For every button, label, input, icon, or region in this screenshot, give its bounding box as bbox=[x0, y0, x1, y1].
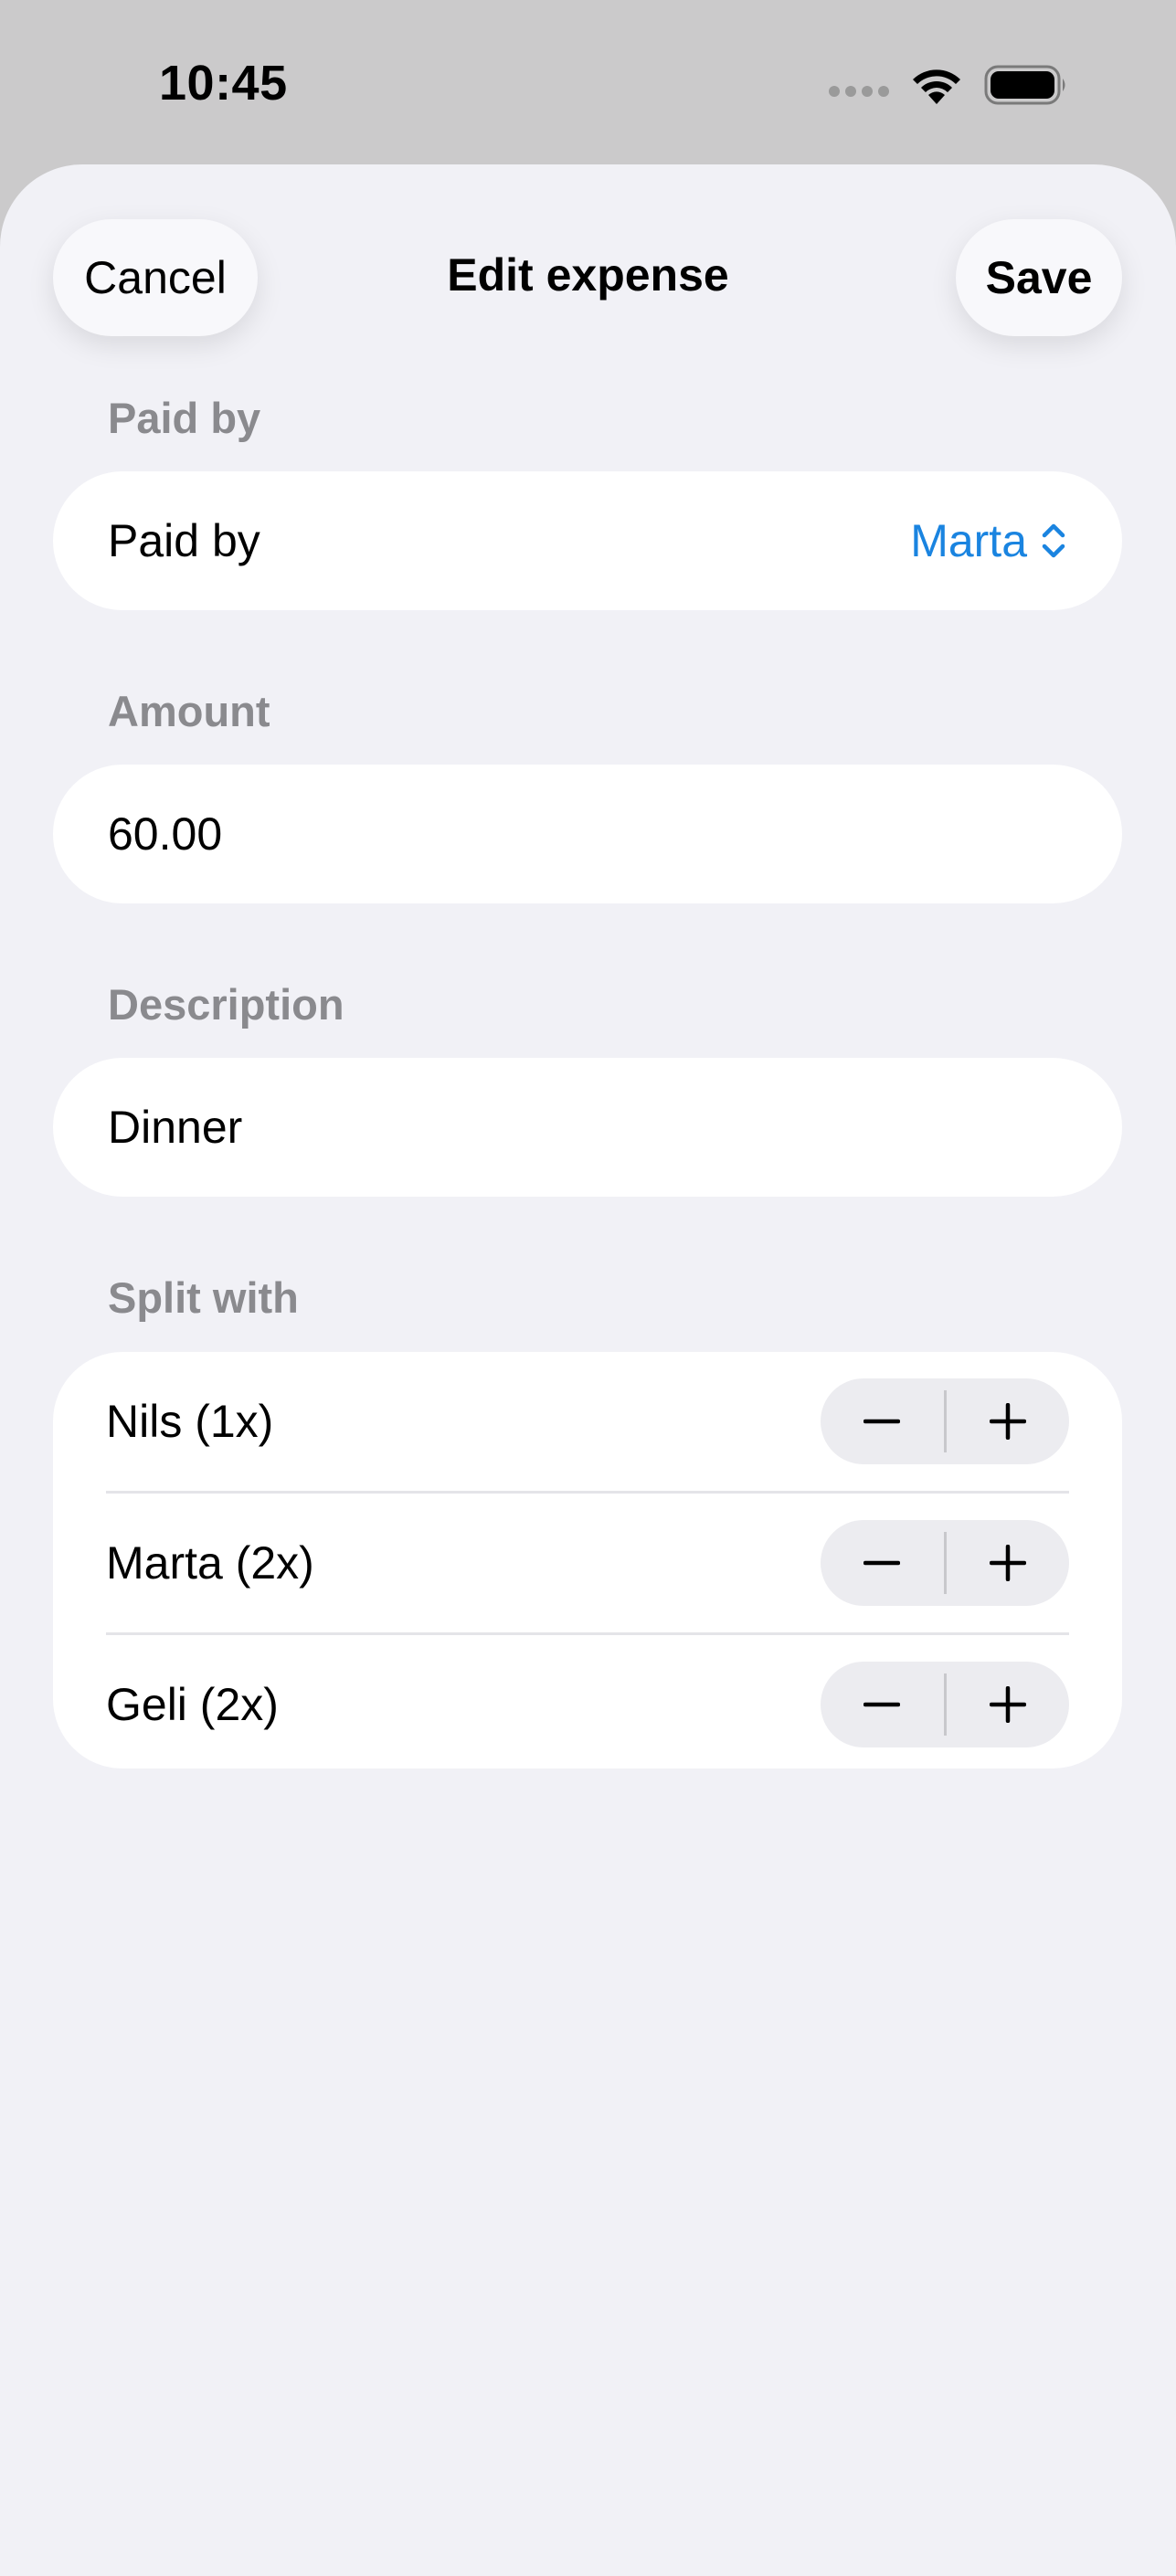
paid-by-value: Marta bbox=[910, 515, 1027, 566]
split-member-label: Marta (2x) bbox=[106, 1537, 314, 1589]
status-time: 10:45 bbox=[159, 56, 288, 111]
minus-icon bbox=[863, 1702, 901, 1707]
minus-icon bbox=[863, 1419, 901, 1424]
split-member-label: Geli (2x) bbox=[106, 1679, 279, 1730]
plus-icon bbox=[989, 1686, 1026, 1723]
status-bar: 10:45 bbox=[0, 0, 1176, 164]
paid-by-picker[interactable]: Paid by Marta bbox=[53, 471, 1122, 610]
decrement-button[interactable] bbox=[821, 1378, 944, 1464]
increment-button[interactable] bbox=[947, 1520, 1070, 1606]
increment-button[interactable] bbox=[947, 1662, 1070, 1747]
battery-icon bbox=[984, 64, 1068, 106]
plus-icon bbox=[989, 1403, 1026, 1440]
split-list: Nils (1x) Marta (2x) Geli (2x) bbox=[53, 1352, 1122, 1768]
decrement-button[interactable] bbox=[821, 1662, 944, 1747]
increment-button[interactable] bbox=[947, 1378, 1070, 1464]
weight-stepper[interactable] bbox=[821, 1520, 1069, 1606]
decrement-button[interactable] bbox=[821, 1520, 944, 1606]
cellular-signal-icon bbox=[829, 86, 889, 97]
description-input[interactable] bbox=[108, 1101, 1067, 1154]
edit-expense-sheet: Cancel Edit expense Save Paid by Paid by… bbox=[0, 164, 1176, 2576]
split-member-row: Nils (1x) bbox=[106, 1352, 1069, 1491]
description-field[interactable] bbox=[53, 1058, 1122, 1197]
paid-by-selected[interactable]: Marta bbox=[910, 514, 1067, 567]
save-button[interactable]: Save bbox=[956, 219, 1122, 336]
wifi-icon bbox=[909, 64, 964, 106]
split-member-label: Nils (1x) bbox=[106, 1396, 274, 1447]
amount-section-label: Amount bbox=[108, 687, 270, 735]
description-section-label: Description bbox=[108, 980, 344, 1029]
status-icons bbox=[829, 64, 1068, 106]
amount-input[interactable] bbox=[108, 808, 1067, 860]
weight-stepper[interactable] bbox=[821, 1378, 1069, 1464]
split-member-row: Geli (2x) bbox=[106, 1632, 1069, 1774]
minus-icon bbox=[863, 1560, 901, 1566]
chevron-up-down-icon bbox=[1042, 523, 1065, 558]
weight-stepper[interactable] bbox=[821, 1662, 1069, 1747]
paid-by-section-label: Paid by bbox=[108, 394, 261, 442]
split-section-label: Split with bbox=[108, 1273, 299, 1322]
amount-field[interactable] bbox=[53, 765, 1122, 903]
plus-icon bbox=[989, 1545, 1026, 1581]
paid-by-row-label: Paid by bbox=[108, 515, 260, 566]
split-member-row: Marta (2x) bbox=[106, 1491, 1069, 1632]
